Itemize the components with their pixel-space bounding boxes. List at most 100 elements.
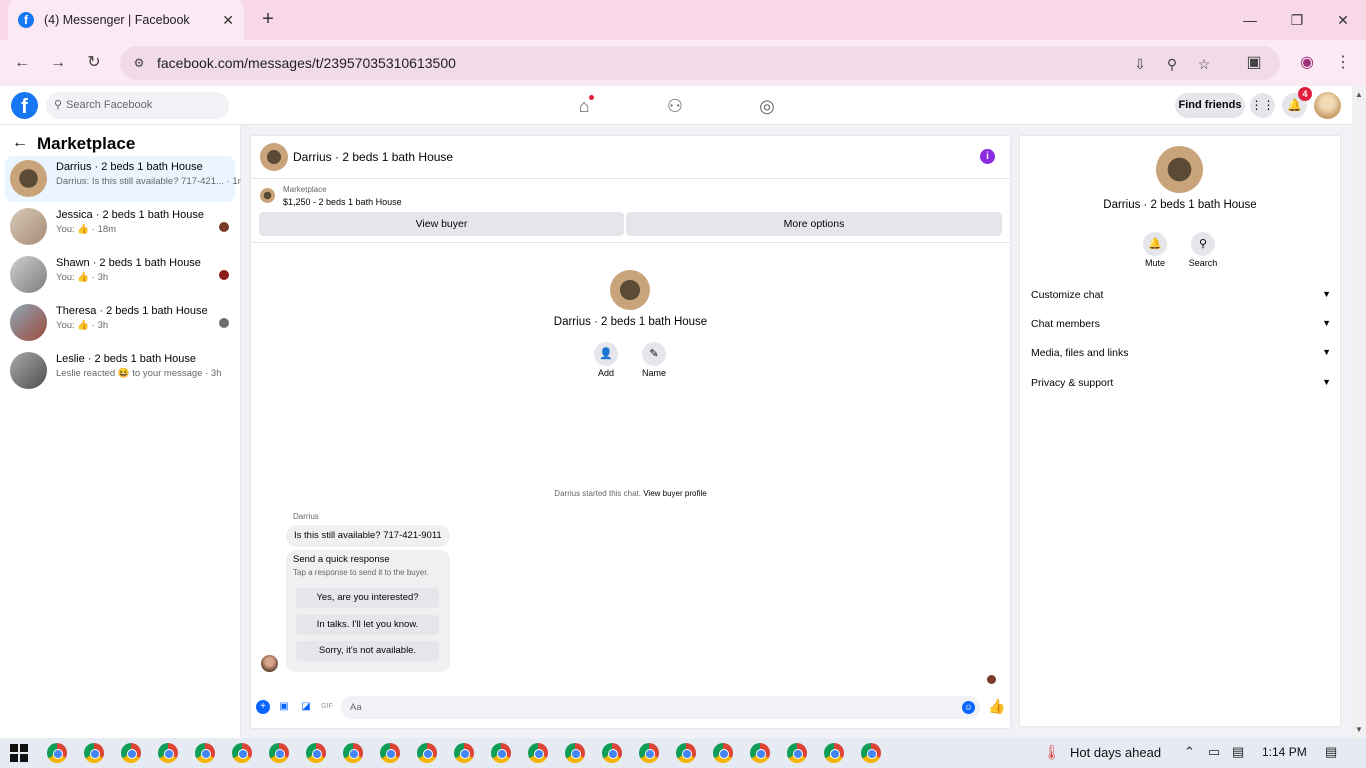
bookmark-star-icon[interactable]: ☆	[1194, 54, 1214, 74]
chat-members-row[interactable]: Chat members ▼	[1031, 318, 1331, 338]
chrome-taskbar-icon[interactable]	[676, 743, 696, 763]
forward-icon[interactable]: →	[45, 50, 71, 76]
chrome-taskbar-icon-active[interactable]	[631, 738, 667, 768]
reload-icon[interactable]: ↻	[81, 50, 107, 76]
windows-start-icon[interactable]	[10, 744, 28, 762]
install-app-icon[interactable]: ⇩	[1130, 54, 1150, 74]
chrome-taskbar-icon[interactable]	[84, 743, 104, 763]
new-tab-button[interactable]: +	[256, 8, 280, 32]
chrome-taskbar-icon[interactable]	[750, 743, 770, 763]
conversation-item[interactable]: Jessica · 2 beds 1 bath House You: 👍 · 1…	[5, 204, 235, 250]
menu-dots-icon[interactable]: ⋮	[1330, 50, 1356, 76]
chevron-down-icon: ▼	[1322, 347, 1331, 357]
chrome-taskbar-icon[interactable]	[380, 743, 400, 763]
conversation-item[interactable]: Theresa · 2 beds 1 bath House You: 👍 · 3…	[5, 300, 235, 346]
battery-icon[interactable]: ▭	[1208, 744, 1220, 760]
chrome-taskbar-icon[interactable]	[713, 743, 733, 763]
side-panel-icon[interactable]: ▣	[1241, 50, 1267, 76]
marketplace-label: Marketplace	[283, 185, 327, 194]
photo-icon[interactable]: ▣	[277, 700, 291, 714]
chrome-taskbar-icon[interactable]	[824, 743, 844, 763]
chrome-taskbar-icon[interactable]	[306, 743, 326, 763]
chevron-down-icon: ▼	[1322, 289, 1331, 299]
conversation-preview: Darrius: Is this still available? 717-42…	[56, 176, 246, 187]
minimize-icon[interactable]: —	[1238, 8, 1262, 32]
conversation-item[interactable]: Leslie · 2 beds 1 bath House Leslie reac…	[5, 348, 235, 394]
chrome-taskbar-icon[interactable]	[158, 743, 178, 763]
chat-title[interactable]: Darrius · 2 beds 1 bath House	[293, 150, 453, 164]
plus-icon[interactable]: +	[256, 700, 270, 714]
site-settings-icon[interactable]: ⚙	[130, 54, 148, 72]
edit-pencil-icon[interactable]: ✎	[642, 342, 666, 366]
scroll-down-icon[interactable]: ▼	[1352, 725, 1366, 734]
view-buyer-button[interactable]: View buyer	[259, 212, 624, 236]
thumbs-up-icon[interactable]: 👍	[988, 698, 1005, 714]
tab-title: (4) Messenger | Facebook	[44, 13, 190, 27]
friends-icon[interactable]: ⚇	[663, 94, 687, 118]
gif-icon[interactable]: GIF	[320, 700, 334, 714]
search-icon[interactable]: ⚲	[1191, 232, 1215, 256]
restore-icon[interactable]: ❐	[1285, 8, 1309, 32]
details-avatar	[1156, 146, 1203, 193]
conversation-preview: You: 👍 · 18m	[56, 224, 117, 235]
search-icon: ⚲	[54, 99, 63, 111]
chrome-taskbar-icon[interactable]	[417, 743, 437, 763]
window-close-icon[interactable]: ✕	[1331, 8, 1355, 32]
notifications-icon[interactable]: ▤	[1325, 744, 1337, 760]
account-avatar[interactable]	[1314, 92, 1341, 119]
quick-response-button[interactable]: Yes, are you interested?	[296, 588, 439, 608]
page-scrollbar[interactable]: ▲ ▼	[1352, 86, 1366, 738]
chrome-taskbar-icon[interactable]	[861, 743, 881, 763]
chat-header-avatar[interactable]	[260, 143, 288, 171]
chevron-up-icon[interactable]: ⌃	[1184, 744, 1195, 760]
message-bubble[interactable]: Is this still available? 717-421-9011	[286, 525, 450, 547]
zoom-icon[interactable]: ⚲	[1162, 54, 1182, 74]
privacy-support-row[interactable]: Privacy & support ▼	[1031, 377, 1331, 397]
conversation-list-panel: ← Marketplace Darrius · 2 beds 1 bath Ho…	[0, 125, 246, 738]
menu-grid-icon[interactable]: ⋮⋮	[1250, 93, 1275, 118]
facebook-logo-icon[interactable]: f	[11, 92, 38, 119]
conversation-item[interactable]: Shawn · 2 beds 1 bath House You: 👍 · 3h	[5, 252, 235, 298]
quick-response-button[interactable]: In talks. I'll let you know.	[296, 615, 439, 635]
more-options-button[interactable]: More options	[626, 212, 1002, 236]
search-input[interactable]: ⚲ Search Facebook	[46, 92, 229, 119]
profile-icon[interactable]: ◉	[1294, 50, 1320, 76]
chrome-taskbar-icon[interactable]	[454, 743, 474, 763]
weather-text[interactable]: Hot days ahead	[1070, 745, 1161, 760]
chrome-taskbar-icon[interactable]	[565, 743, 585, 763]
info-icon[interactable]: i	[980, 149, 995, 164]
chrome-taskbar-icon[interactable]	[528, 743, 548, 763]
conversation-name: Leslie · 2 beds 1 bath House	[56, 353, 197, 365]
tab-close-icon[interactable]: ✕	[222, 12, 234, 29]
back-icon[interactable]: ←	[9, 50, 35, 76]
chrome-taskbar-icon[interactable]	[491, 743, 511, 763]
conversation-item[interactable]: Darrius · 2 beds 1 bath House Darrius: I…	[5, 156, 246, 202]
find-friends-button[interactable]: Find friends	[1175, 93, 1245, 118]
quick-response-button[interactable]: Sorry, it's not available.	[296, 641, 439, 661]
groups-icon[interactable]: ◎	[755, 94, 779, 118]
chrome-taskbar-icon[interactable]	[269, 743, 289, 763]
view-buyer-profile-link[interactable]: View buyer profile	[643, 489, 706, 498]
chrome-taskbar-icon[interactable]	[602, 743, 622, 763]
emoji-icon[interactable]: ☺	[962, 701, 975, 714]
sticker-icon[interactable]: ◪	[299, 700, 313, 714]
chrome-taskbar-icon[interactable]	[121, 743, 141, 763]
address-bar[interactable]: ⚙ facebook.com/messages/t/23957035310613…	[120, 46, 1280, 80]
add-person-icon[interactable]: 👤	[594, 342, 618, 366]
thermometer-icon[interactable]: 🌡	[1043, 744, 1061, 762]
clock[interactable]: 1:14 PM	[1262, 745, 1307, 759]
chrome-taskbar-icon[interactable]	[47, 743, 67, 763]
message-input[interactable]: Aa	[341, 696, 980, 719]
media-files-links-row[interactable]: Media, files and links ▼	[1031, 347, 1331, 367]
customize-chat-row[interactable]: Customize chat ▼	[1031, 289, 1331, 309]
scroll-up-icon[interactable]: ▲	[1352, 90, 1366, 99]
chrome-taskbar-icon[interactable]	[787, 743, 807, 763]
mute-bell-icon[interactable]: 🔔	[1143, 232, 1167, 256]
browser-tab[interactable]: f (4) Messenger | Facebook ✕	[8, 0, 244, 40]
chrome-taskbar-icon[interactable]	[195, 743, 215, 763]
back-arrow-icon[interactable]: ←	[12, 134, 28, 152]
chrome-taskbar-icon[interactable]	[232, 743, 252, 763]
chrome-taskbar-icon[interactable]	[343, 743, 363, 763]
network-icon[interactable]: ▤	[1232, 744, 1244, 760]
listing-price-title[interactable]: $1,250 - 2 beds 1 bath House	[283, 197, 402, 207]
